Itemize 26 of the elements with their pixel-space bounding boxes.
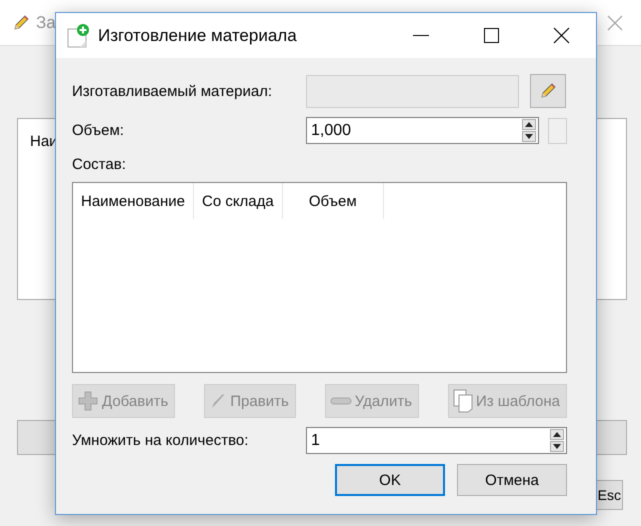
spin-up-icon[interactable] xyxy=(522,119,536,130)
spin-down-icon[interactable] xyxy=(550,441,564,452)
window-title: За xyxy=(36,12,56,32)
field-label: Объем: xyxy=(72,122,125,139)
copy-icon xyxy=(452,389,473,413)
column-header[interactable]: Наименование xyxy=(73,183,194,219)
spin-up-icon[interactable] xyxy=(550,429,564,440)
new-document-icon xyxy=(66,22,92,48)
pencil-icon xyxy=(539,82,557,100)
close-button[interactable]: Esc xyxy=(596,480,623,510)
dialog-title: Изготовление материала xyxy=(98,26,297,46)
pencil-icon xyxy=(12,14,30,32)
field-label: Умножить на количество: xyxy=(72,432,250,449)
plus-icon xyxy=(77,390,99,412)
minus-icon xyxy=(330,396,352,406)
edit-button[interactable] xyxy=(530,74,566,108)
spin-down-icon[interactable] xyxy=(522,131,536,142)
field-label: Изготавливаемый материал: xyxy=(72,82,274,100)
column-header[interactable]: Со склада xyxy=(194,183,283,219)
close-icon[interactable] xyxy=(607,14,623,30)
column-header[interactable]: Объем xyxy=(282,183,384,219)
quantity-field[interactable]: 1 xyxy=(306,427,567,454)
ok-button[interactable]: OK xyxy=(335,464,445,496)
volume-field[interactable]: 1,000 xyxy=(306,117,540,144)
section-label: Состав: xyxy=(72,156,126,173)
cancel-button[interactable]: Отмена xyxy=(457,464,567,496)
